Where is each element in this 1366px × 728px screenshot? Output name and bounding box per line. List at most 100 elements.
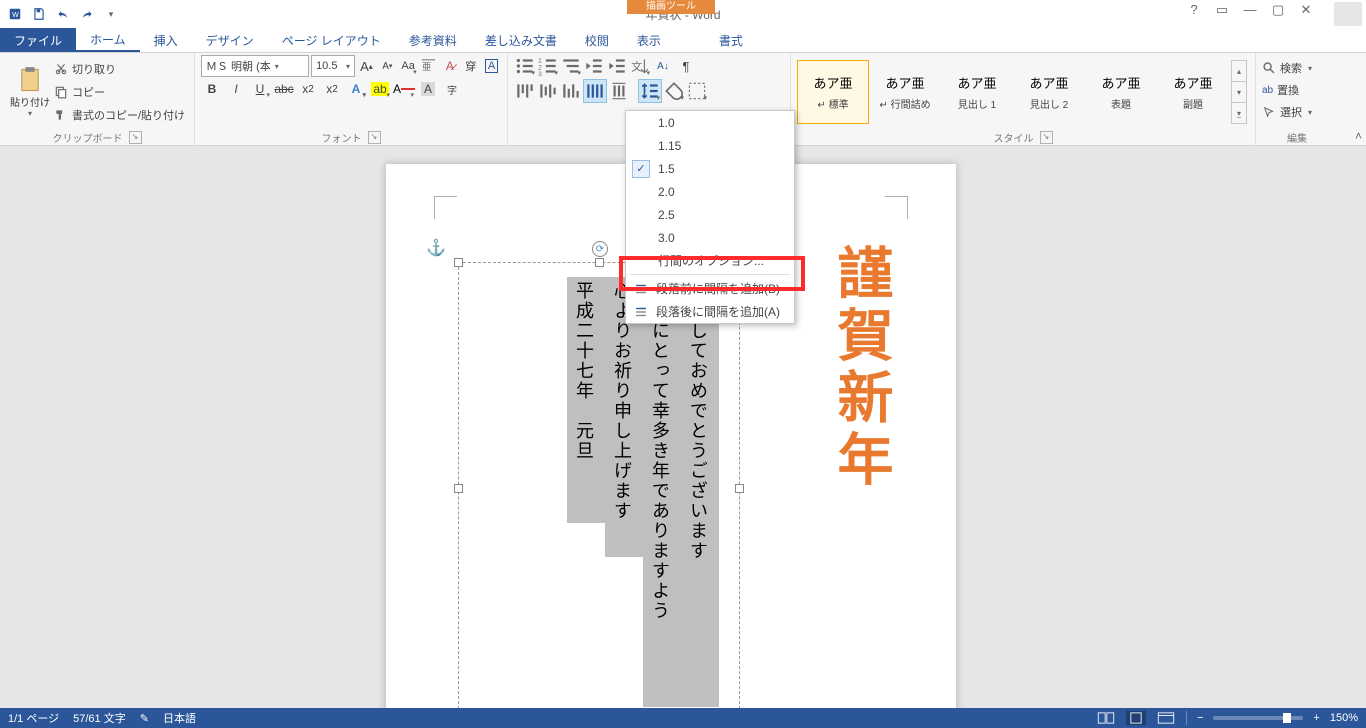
tab-references[interactable]: 参考資料 [395, 28, 471, 52]
status-word-count[interactable]: 57/61 文字 [73, 710, 126, 726]
find-button[interactable]: 検索▾ [1262, 57, 1332, 79]
resize-handle-e[interactable] [735, 484, 744, 493]
line-spacing-value[interactable]: 2.5 [626, 203, 794, 226]
resize-handle-nw[interactable] [454, 258, 463, 267]
decrease-indent-icon[interactable] [583, 55, 605, 77]
style-item-5[interactable]: あア亜副題 [1157, 60, 1229, 124]
cut-button[interactable]: 切り取り [54, 58, 185, 80]
tab-file[interactable]: ファイル [0, 28, 76, 52]
superscript-button[interactable]: x2 [321, 79, 343, 99]
subscript-button[interactable]: x2 [297, 79, 319, 99]
styles-scroll-btn[interactable]: ▾ [1232, 82, 1246, 103]
collapse-ribbon-icon[interactable]: ˄ [1355, 129, 1362, 143]
view-print-icon[interactable] [1126, 711, 1146, 725]
shrink-font-icon[interactable]: A▾ [378, 56, 397, 76]
undo-icon[interactable] [52, 3, 74, 25]
strikethrough-button[interactable]: abc [273, 79, 295, 99]
copy-button[interactable]: コピー [54, 81, 185, 103]
redo-icon[interactable] [76, 3, 98, 25]
align-justify-icon[interactable] [583, 79, 607, 103]
save-icon[interactable] [28, 3, 50, 25]
sort-icon[interactable]: A↓ [652, 55, 674, 77]
fit-text-icon[interactable]: 字 [441, 79, 463, 99]
line-spacing-button[interactable]: ▾ [638, 79, 662, 103]
line-spacing-add_before[interactable]: 段落前に間隔を追加(B) [626, 277, 794, 300]
line-spacing-options[interactable]: 行間のオプション... [626, 249, 794, 272]
bold-button[interactable]: B [201, 79, 223, 99]
zoom-level[interactable]: 150% [1330, 712, 1358, 724]
show-marks-icon[interactable]: ¶ [675, 55, 697, 77]
zoom-in-button[interactable]: + [1313, 712, 1319, 724]
zoom-out-button[interactable]: − [1197, 712, 1203, 724]
font-color-icon[interactable]: A▾ [393, 79, 415, 99]
text-effects-icon[interactable]: A▾ [345, 79, 367, 99]
qat-customize-icon[interactable]: ▾ [100, 3, 122, 25]
format-painter-button[interactable]: 書式のコピー/貼り付け [54, 104, 185, 126]
bullets-icon[interactable]: ▾ [514, 55, 536, 77]
italic-button[interactable]: I [225, 79, 247, 99]
style-item-4[interactable]: あア亜表題 [1085, 60, 1157, 124]
resize-handle-n[interactable] [595, 258, 604, 267]
maximize-icon[interactable]: ▢ [1268, 2, 1288, 26]
align-top-icon[interactable] [514, 80, 536, 102]
multilevel-icon[interactable]: ▾ [560, 55, 582, 77]
tab-mailings[interactable]: 差し込み文書 [471, 28, 571, 52]
zoom-slider[interactable] [1213, 716, 1303, 720]
align-bottom-icon[interactable] [560, 80, 582, 102]
status-page[interactable]: 1/1 ページ [8, 710, 59, 726]
highlight-icon[interactable]: ab▾ [369, 79, 391, 99]
tab-view[interactable]: 表示 [623, 28, 675, 52]
view-web-icon[interactable] [1156, 711, 1176, 725]
style-item-0[interactable]: あア亜↵ 標準 [797, 60, 869, 124]
phonetic-guide-icon[interactable]: 亜 [420, 56, 439, 76]
status-language[interactable]: 日本語 [163, 710, 196, 726]
style-item-1[interactable]: あア亜↵ 行間詰め [869, 60, 941, 124]
line-spacing-value[interactable]: 2.0 [626, 180, 794, 203]
underline-button[interactable]: U▾ [249, 79, 271, 99]
account-avatar-icon[interactable] [1334, 2, 1362, 26]
tab-design[interactable]: デザイン [192, 28, 268, 52]
change-case-icon[interactable]: Aa▾ [399, 56, 418, 76]
style-item-3[interactable]: あア亜見出し 2 [1013, 60, 1085, 124]
minimize-icon[interactable]: ― [1240, 2, 1260, 26]
enclose-characters-icon[interactable]: 穿 [461, 56, 480, 76]
tab-review[interactable]: 校閲 [571, 28, 623, 52]
paste-button[interactable]: 貼り付け ▾ [6, 55, 54, 129]
distribute-icon[interactable] [608, 80, 630, 102]
line-spacing-value[interactable]: ✓1.5 [626, 157, 794, 180]
select-button[interactable]: 選択▾ [1262, 101, 1332, 123]
close-icon[interactable]: ✕ [1296, 2, 1316, 26]
font-size-combo[interactable]: 10.5▾ [311, 55, 355, 77]
line-spacing-add_after[interactable]: 段落後に間隔を追加(A) [626, 300, 794, 323]
rotate-handle-icon[interactable]: ⟳ [592, 241, 608, 257]
text-direction-icon[interactable]: 文▾ [629, 55, 651, 77]
shading-icon[interactable]: ▾ [663, 80, 685, 102]
view-read-icon[interactable] [1096, 711, 1116, 725]
word-app-icon[interactable]: W [4, 3, 26, 25]
tab-format[interactable]: 書式 [705, 28, 757, 52]
clipboard-launcher-icon[interactable]: ↘ [129, 131, 142, 144]
line-spacing-value[interactable]: 3.0 [626, 226, 794, 249]
character-border-icon[interactable]: A [482, 56, 501, 76]
replace-button[interactable]: ab置換 [1262, 79, 1332, 101]
help-icon[interactable]: ? [1184, 2, 1204, 26]
resize-handle-w[interactable] [454, 484, 463, 493]
character-shading-icon[interactable]: A [417, 79, 439, 99]
styles-scroll[interactable]: ▴▾▾̲ [1231, 60, 1247, 124]
line-spacing-value[interactable]: 1.0 [626, 111, 794, 134]
tab-page-layout[interactable]: ページ レイアウト [268, 28, 395, 52]
tab-home[interactable]: ホーム [76, 28, 140, 52]
align-center-v-icon[interactable] [537, 80, 559, 102]
zoom-thumb[interactable] [1283, 713, 1291, 723]
line-spacing-value[interactable]: 1.15 [626, 134, 794, 157]
clear-formatting-icon[interactable]: A̷ [440, 56, 459, 76]
styles-launcher-icon[interactable]: ↘ [1040, 131, 1053, 144]
numbering-icon[interactable]: 123▾ [537, 55, 559, 77]
tab-insert[interactable]: 挿入 [140, 28, 192, 52]
styles-scroll-btn[interactable]: ▴ [1232, 61, 1246, 82]
status-proofing-icon[interactable]: ✎ [140, 712, 149, 725]
ribbon-display-icon[interactable]: ▭ [1212, 2, 1232, 26]
style-item-2[interactable]: あア亜見出し 1 [941, 60, 1013, 124]
font-launcher-icon[interactable]: ↘ [368, 131, 381, 144]
text-box[interactable]: ⟳ けましておめでとうございます 皆様にとって幸多き年でありますよう 心よりお祈… [458, 262, 740, 708]
